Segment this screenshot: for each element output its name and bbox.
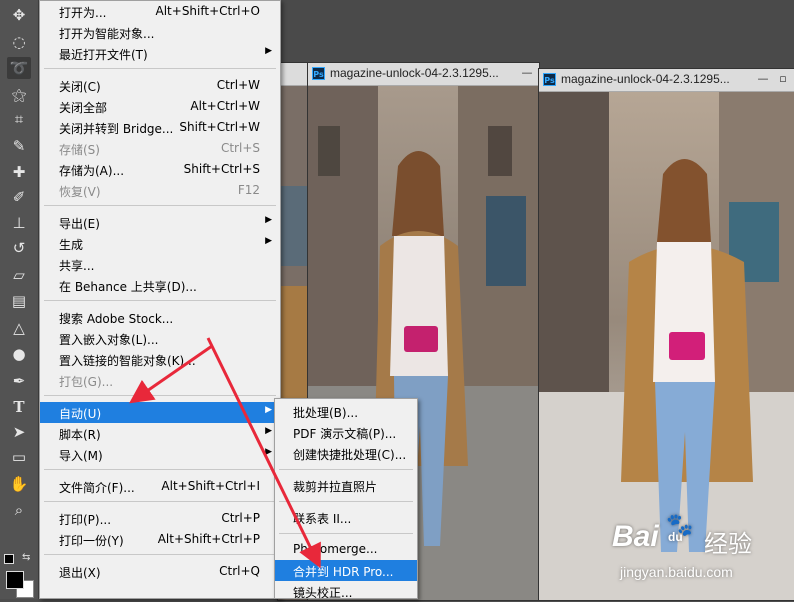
watermark-paw-text: du [668,530,683,544]
watermark-suffix: 经验 [704,531,752,558]
watermark-url: jingyan.baidu.com [620,564,733,580]
watermark-brand: Bai [612,520,659,553]
baidu-jingyan-watermark: Bai 🐾 du 经验 jingyan.baidu.com [608,508,794,599]
annotation-arrow-hdr-pro [206,337,321,569]
annotation-arrow-automate [129,344,213,404]
